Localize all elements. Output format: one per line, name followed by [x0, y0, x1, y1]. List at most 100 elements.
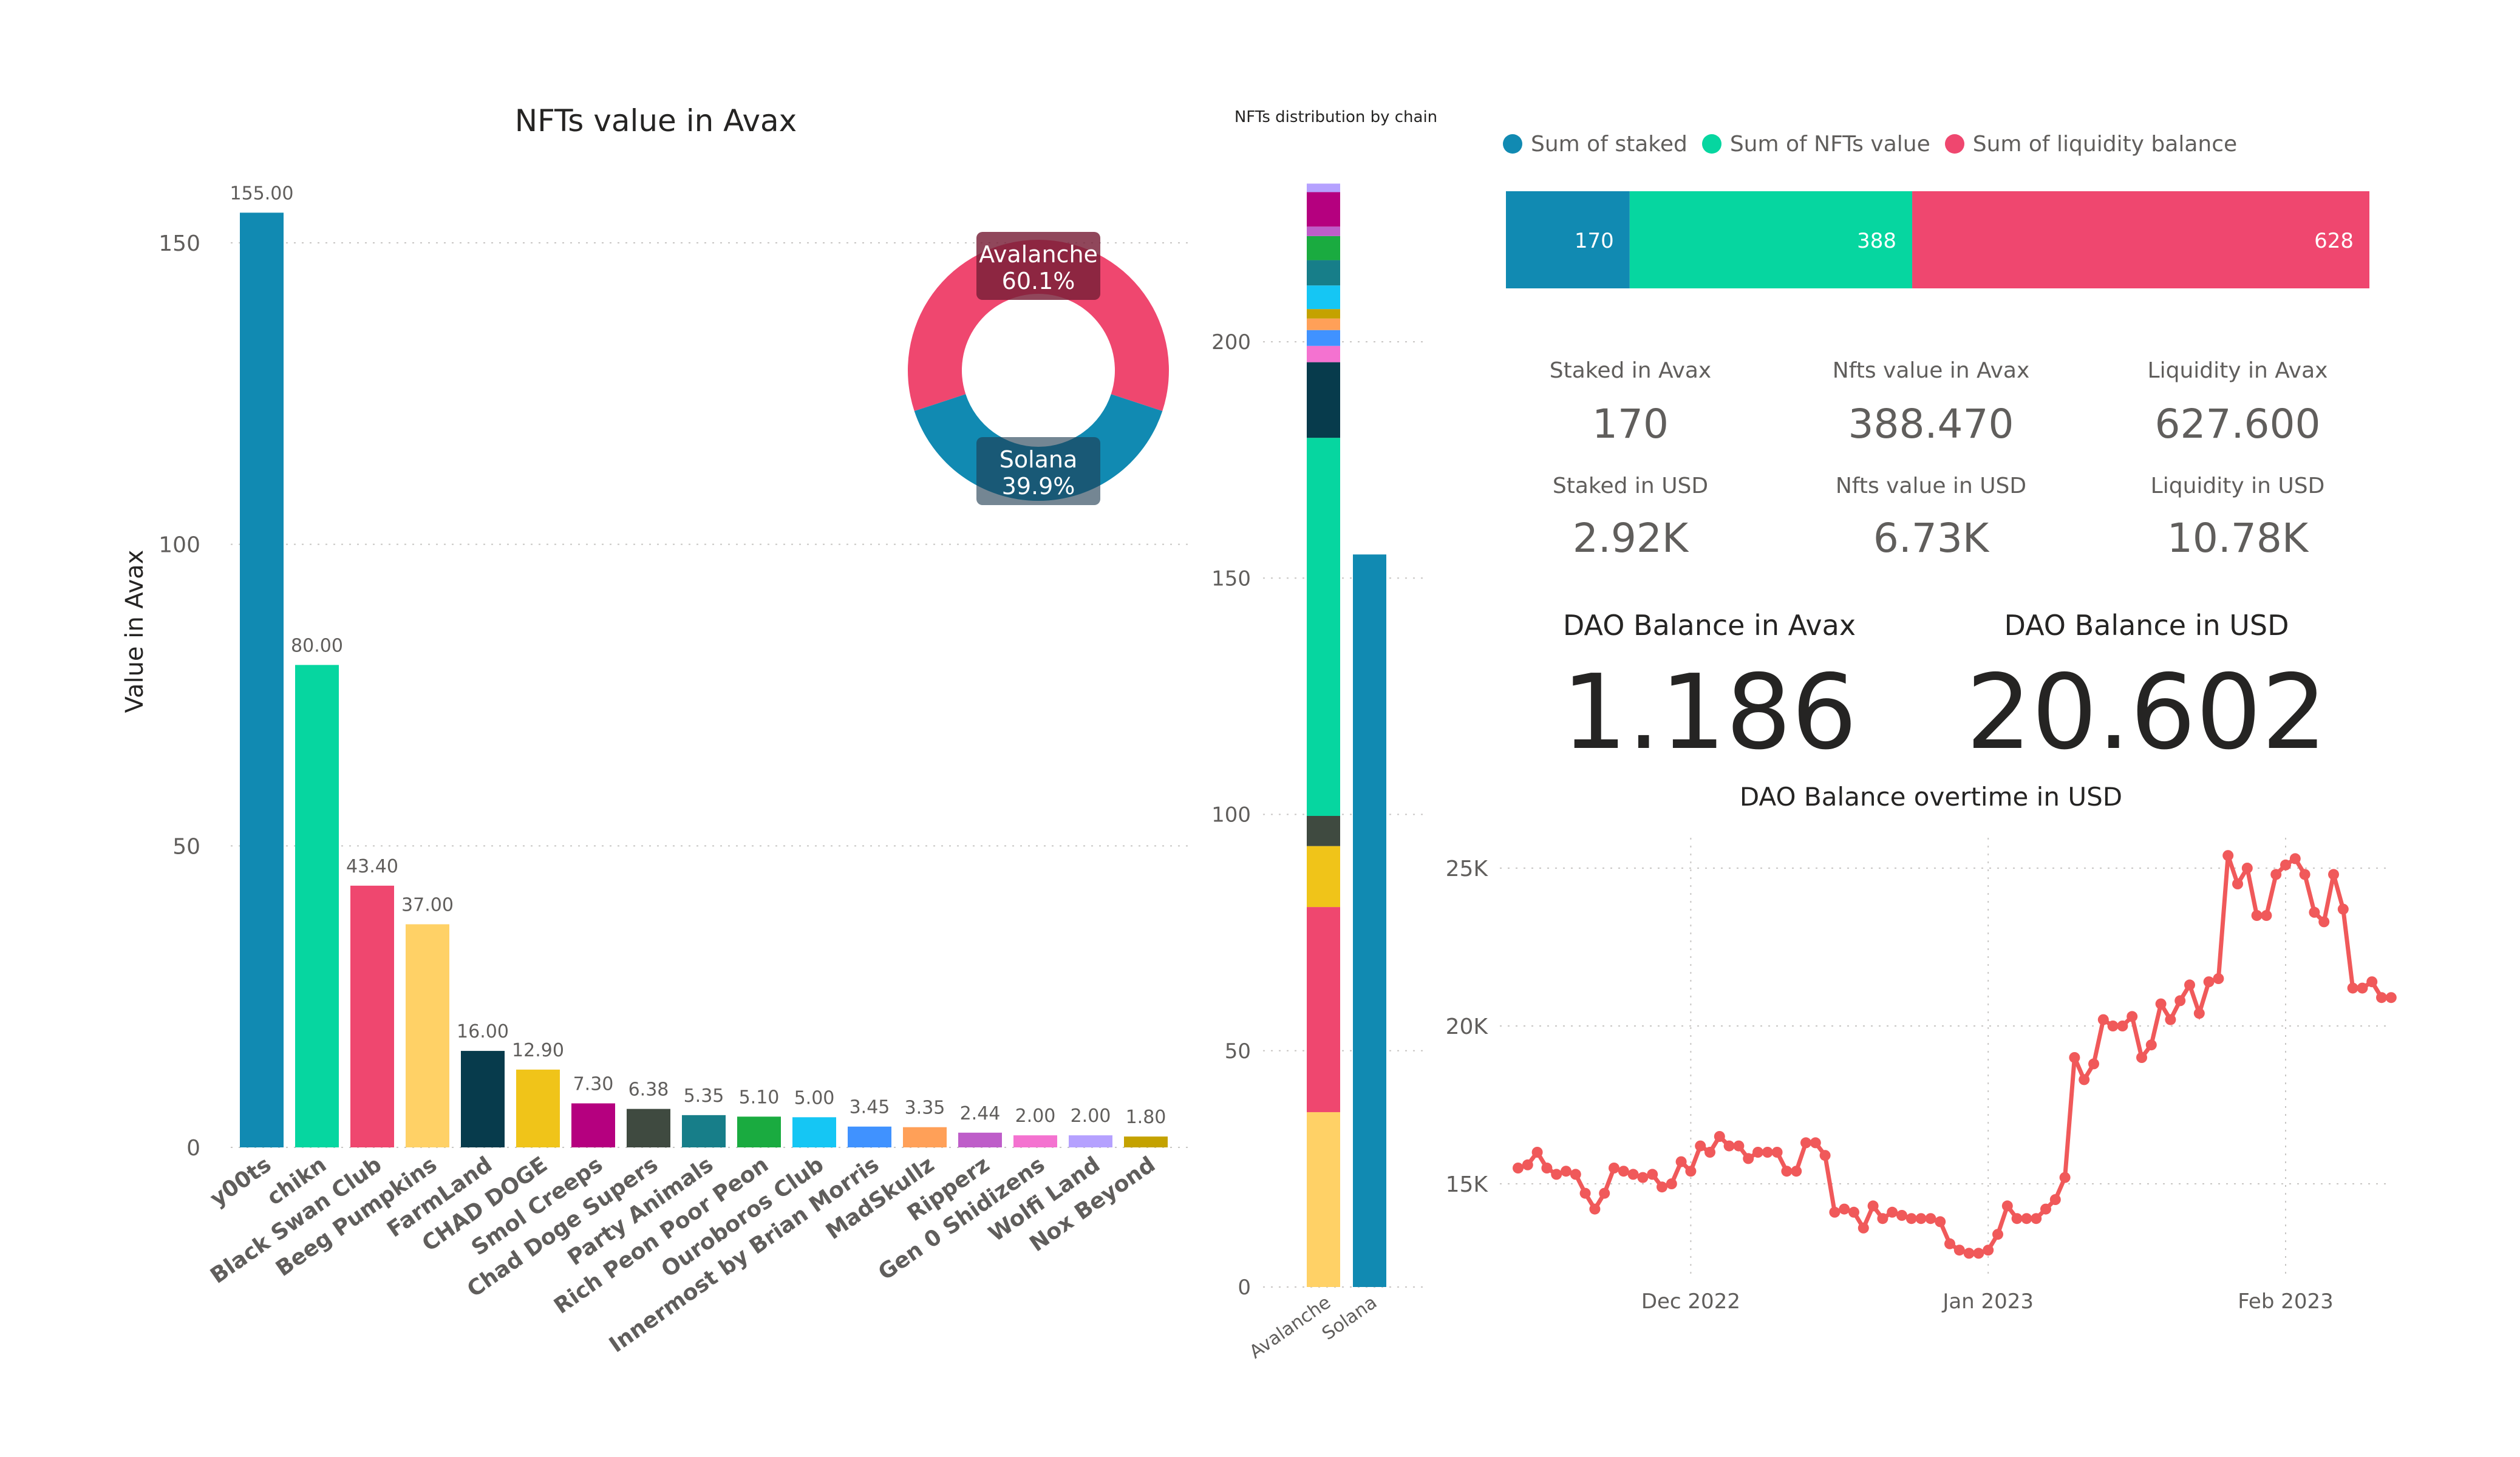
- data-point: [2251, 910, 2263, 921]
- data-point: [2347, 982, 2358, 994]
- bar-black-swan-club: [350, 885, 394, 1147]
- segment-value-label: 628: [2314, 229, 2354, 253]
- segment-value-label: 170: [1575, 229, 1614, 253]
- data-point: [1944, 1238, 1955, 1249]
- data-point: [1704, 1147, 1715, 1158]
- data-point: [2309, 906, 2320, 918]
- data-point: [1953, 1245, 1965, 1256]
- data-point: [1695, 1140, 1706, 1152]
- data-point: [1781, 1166, 1793, 1177]
- data-point: [2193, 1008, 2205, 1019]
- data-point: [1905, 1213, 1917, 1224]
- data-point: [2040, 1203, 2051, 1215]
- data-point: [1647, 1169, 1658, 1180]
- bar-ouroboros-club: [792, 1117, 836, 1147]
- data-point: [1925, 1213, 1936, 1224]
- legend-staked-marker: [1503, 134, 1522, 154]
- data-point: [2213, 973, 2224, 984]
- data-point: [2031, 1213, 2042, 1224]
- balance-composition-bar[interactable]: 1703886281186: [1506, 191, 2380, 294]
- bar-beeg-pumpkins: [406, 924, 449, 1147]
- data-point: [2136, 1052, 2147, 1063]
- chain-share-donut[interactable]: Avalanche60.1% Solana39.9%: [899, 225, 1178, 510]
- dao-balance-line-chart[interactable]: 15K 20K 25K Dec 2022 Jan 2023 Feb 2023: [1397, 813, 2429, 1336]
- dao-balance-line-title: DAO Balance overtime in USD: [1739, 782, 2123, 812]
- data-point: [1531, 1147, 1543, 1158]
- stacked-segment-avalanche: [1307, 236, 1340, 260]
- donut-label-percent: 60.1%: [1002, 268, 1075, 294]
- data-point: [2107, 1021, 2119, 1031]
- data-point: [1752, 1147, 1763, 1158]
- data-point: [2232, 878, 2243, 889]
- liquidity-avax-label: Liquidity in Avax: [2147, 358, 2328, 383]
- data-point: [1992, 1229, 2003, 1240]
- data-point: [2059, 1172, 2071, 1183]
- data-point: [1887, 1206, 1898, 1218]
- stacked-segment-avalanche: [1307, 438, 1340, 816]
- data-label: 37.00: [401, 894, 454, 915]
- data-point: [1733, 1140, 1745, 1152]
- data-point: [1599, 1187, 1610, 1199]
- data-point: [1561, 1166, 1572, 1177]
- data-point: [2165, 1014, 2176, 1025]
- data-point: [2203, 976, 2215, 988]
- dao-usd-value: 20.602: [1966, 653, 2328, 773]
- data-point: [1819, 1150, 1831, 1161]
- bar-smol-creeps: [571, 1103, 615, 1147]
- data-point: [1666, 1178, 1677, 1189]
- x-tick-label: y00ts: [206, 1152, 276, 1212]
- data-point: [2280, 859, 2291, 871]
- data-point: [1723, 1140, 1735, 1152]
- bar-chad-doge: [516, 1069, 560, 1147]
- bar-chikn: [295, 665, 339, 1147]
- y-tick-label: 200: [1211, 330, 1251, 355]
- dao-avax-value: 1.186: [1561, 653, 1858, 773]
- data-point: [1579, 1187, 1591, 1199]
- data-point: [2270, 869, 2282, 880]
- bar-y00ts: [240, 212, 284, 1147]
- data-point: [1858, 1222, 1869, 1234]
- bar-madskullz: [903, 1127, 947, 1147]
- y-axis-title: Value in Avax: [121, 550, 149, 713]
- y-tick-label: 50: [172, 834, 200, 859]
- distribution-chart-title: NFTs distribution by chain: [1234, 108, 1438, 126]
- data-point: [1983, 1245, 1994, 1256]
- data-point: [2289, 853, 2301, 864]
- data-point: [2174, 995, 2186, 1007]
- data-point: [1810, 1137, 1821, 1149]
- y-tick-label: 150: [158, 231, 200, 256]
- data-point: [1829, 1206, 1841, 1218]
- stacked-segment-avalanche: [1307, 907, 1340, 1112]
- data-point: [1513, 1163, 1524, 1173]
- data-point: [2117, 1021, 2128, 1031]
- data-point: [1973, 1248, 1984, 1259]
- data-point: [1541, 1163, 1553, 1173]
- y-tick-label: 15K: [1446, 1172, 1489, 1197]
- stacked-segment-avalanche: [1307, 309, 1340, 319]
- stacked-segment-avalanche: [1307, 226, 1340, 236]
- data-point: [1800, 1137, 1811, 1149]
- stacked-segment-avalanche: [1307, 318, 1340, 330]
- data-point: [2001, 1200, 2013, 1212]
- x-tick-label: Jan 2023: [1941, 1289, 2034, 1314]
- stacked-segment-avalanche: [1307, 815, 1340, 846]
- legend-nfts-label: Sum of NFTs value: [1729, 131, 1930, 157]
- nfts-value-bar-chart[interactable]: 0 50 100 150 Value in Avax 155.00 80.00 43.40…: [0, 0, 1214, 1457]
- data-point: [2088, 1058, 2099, 1070]
- data-point: [1685, 1166, 1697, 1177]
- bar-ripperz: [958, 1132, 1002, 1147]
- y-tick-label: 0: [186, 1136, 200, 1161]
- data-point: [2261, 910, 2272, 921]
- data-label: 3.45: [850, 1097, 890, 1118]
- data-point: [1762, 1147, 1773, 1158]
- bar-innermost-by-brian-morris: [848, 1126, 891, 1147]
- data-label: 2.00: [1015, 1105, 1056, 1127]
- data-point: [2337, 903, 2349, 915]
- data-point: [2357, 982, 2368, 994]
- data-point: [2155, 998, 2167, 1010]
- data-point: [1714, 1131, 1725, 1142]
- bar-rich-peon-poor-peon: [737, 1116, 781, 1147]
- donut-label-percent: 39.9%: [1002, 473, 1075, 500]
- data-point: [1637, 1172, 1649, 1183]
- data-point: [1771, 1147, 1783, 1158]
